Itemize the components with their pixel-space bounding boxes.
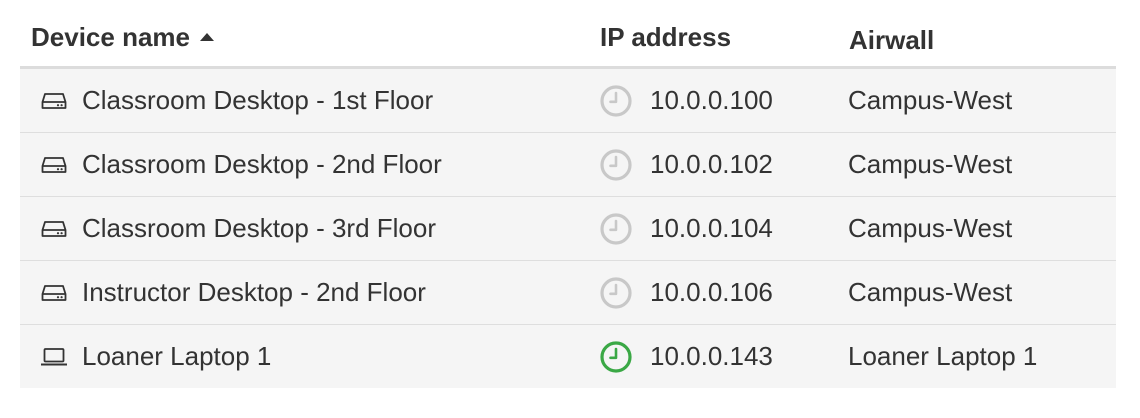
airwall-name: Loaner Laptop 1 [848,341,1038,371]
ip-address: 10.0.0.102 [650,149,773,179]
ip-address-cell: 10.0.0.104 [599,197,773,260]
devices-table: Device name IP address Airwall Classroom… [20,0,1116,388]
clock-status-icon [599,340,633,374]
device-name: Classroom Desktop - 2nd Floor [82,149,442,179]
clock-status-icon [599,84,633,118]
ip-address-cell: 10.0.0.100 [599,69,773,132]
table-row[interactable]: Classroom Desktop - 3rd Floor 10.0.0.104… [20,197,1116,261]
airwall-cell: Campus-West [848,197,1012,260]
ip-address: 10.0.0.100 [650,85,773,115]
device-name-cell: Loaner Laptop 1 [40,325,271,388]
airwall-cell: Loaner Laptop 1 [848,325,1037,388]
airwall-name: Campus-West [848,277,1013,307]
device-name-cell: Instructor Desktop - 2nd Floor [40,261,426,324]
clock-status-icon [599,276,633,310]
ip-address-cell: 10.0.0.106 [599,261,773,324]
table-header: Device name IP address Airwall [20,0,1116,69]
device-name: Instructor Desktop - 2nd Floor [82,277,426,307]
clock-status-icon [599,148,633,182]
table-row[interactable]: Loaner Laptop 1 10.0.0.143 Loaner Laptop… [20,325,1116,388]
ip-address: 10.0.0.104 [650,213,773,243]
column-header-ip-address[interactable]: IP address [600,21,731,53]
ip-address-cell: 10.0.0.143 [599,325,773,388]
device-name-cell: Classroom Desktop - 1st Floor [40,69,433,132]
sort-ascending-icon [199,33,214,41]
desktop-drive-icon [40,218,68,240]
desktop-drive-icon [40,154,68,176]
table-row[interactable]: Instructor Desktop - 2nd Floor 10.0.0.10… [20,261,1116,325]
device-name-cell: Classroom Desktop - 2nd Floor [40,133,442,196]
ip-address-cell: 10.0.0.102 [599,133,773,196]
table-row[interactable]: Classroom Desktop - 1st Floor 10.0.0.100… [20,69,1116,133]
device-name: Loaner Laptop 1 [82,341,272,371]
column-header-label: Airwall [849,25,935,55]
clock-status-icon [599,212,633,246]
airwall-cell: Campus-West [848,261,1012,324]
table-row[interactable]: Classroom Desktop - 2nd Floor 10.0.0.102… [20,133,1116,197]
airwall-cell: Campus-West [848,133,1012,196]
airwall-name: Campus-West [848,149,1013,179]
device-name-cell: Classroom Desktop - 3rd Floor [40,197,436,260]
ip-address: 10.0.0.106 [650,277,773,307]
airwall-name: Campus-West [848,213,1013,243]
column-header-airwall[interactable]: Airwall [849,24,934,56]
device-name: Classroom Desktop - 3rd Floor [82,213,436,243]
device-name: Classroom Desktop - 1st Floor [82,85,434,115]
airwall-name: Campus-West [848,85,1013,115]
column-header-label: IP address [600,22,732,52]
ip-address: 10.0.0.143 [650,341,773,371]
desktop-drive-icon [40,282,68,304]
airwall-cell: Campus-West [848,69,1012,132]
column-header-label: Device name [31,22,190,52]
desktop-drive-icon [40,90,68,112]
column-header-device-name[interactable]: Device name [31,21,214,53]
laptop-icon [40,346,68,368]
